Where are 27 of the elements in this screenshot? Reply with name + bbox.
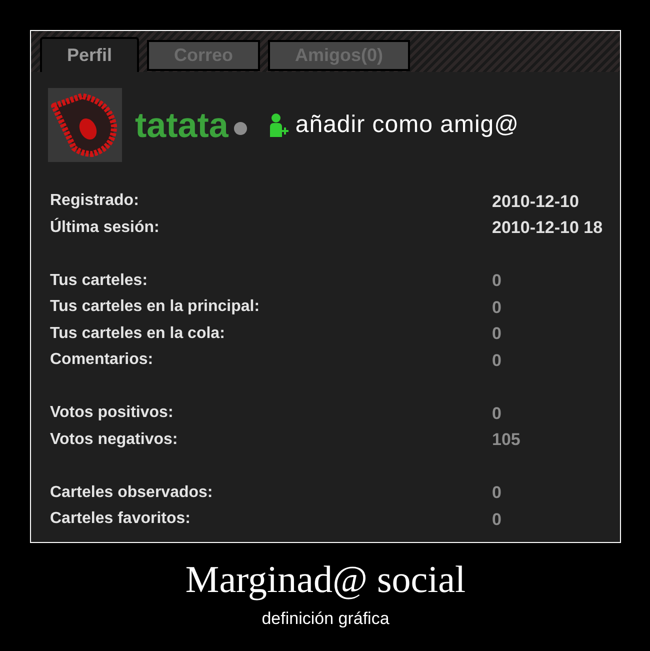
add-friend-link[interactable]: añadir como amig@ [269, 113, 519, 137]
username: tatata [135, 108, 228, 142]
person-plus-icon [269, 113, 290, 137]
stat-label: Votos negativos: [50, 430, 178, 450]
stat-value: 105 [492, 429, 520, 451]
stat-label: Carteles observados: [50, 482, 213, 503]
stat-value: 0 [492, 296, 502, 318]
stat-value: 0 [492, 508, 502, 530]
poster-subtitle: definición gráfica [262, 609, 390, 629]
stat-value: 0 [492, 323, 502, 345]
stat-value: 2010-12-10 [492, 190, 579, 212]
stat-value: 0 [492, 270, 502, 292]
stat-label: Carteles favoritos: [50, 509, 190, 530]
stat-value: 0 [492, 402, 502, 424]
stat-label: Comentarios: [50, 350, 154, 370]
stat-label: Votos positivos: [50, 403, 174, 424]
tab[interactable]: Perfil [40, 37, 140, 72]
poster-title: Marginad@ social [185, 558, 466, 602]
stat-label: Tus carteles en la cola: [50, 324, 225, 344]
stat-label: Tus carteles en la principal: [50, 297, 260, 318]
stat-label: Registrado: [50, 191, 139, 212]
stat-value: 0 [492, 482, 502, 504]
letter-d-avatar-icon [48, 88, 122, 162]
stat-label: Última sesión: [50, 216, 160, 238]
stat-value: 0 [492, 350, 502, 372]
stat-label: Tus carteles: [50, 270, 148, 291]
stat-value: 2010-12-10 18 [492, 217, 603, 239]
